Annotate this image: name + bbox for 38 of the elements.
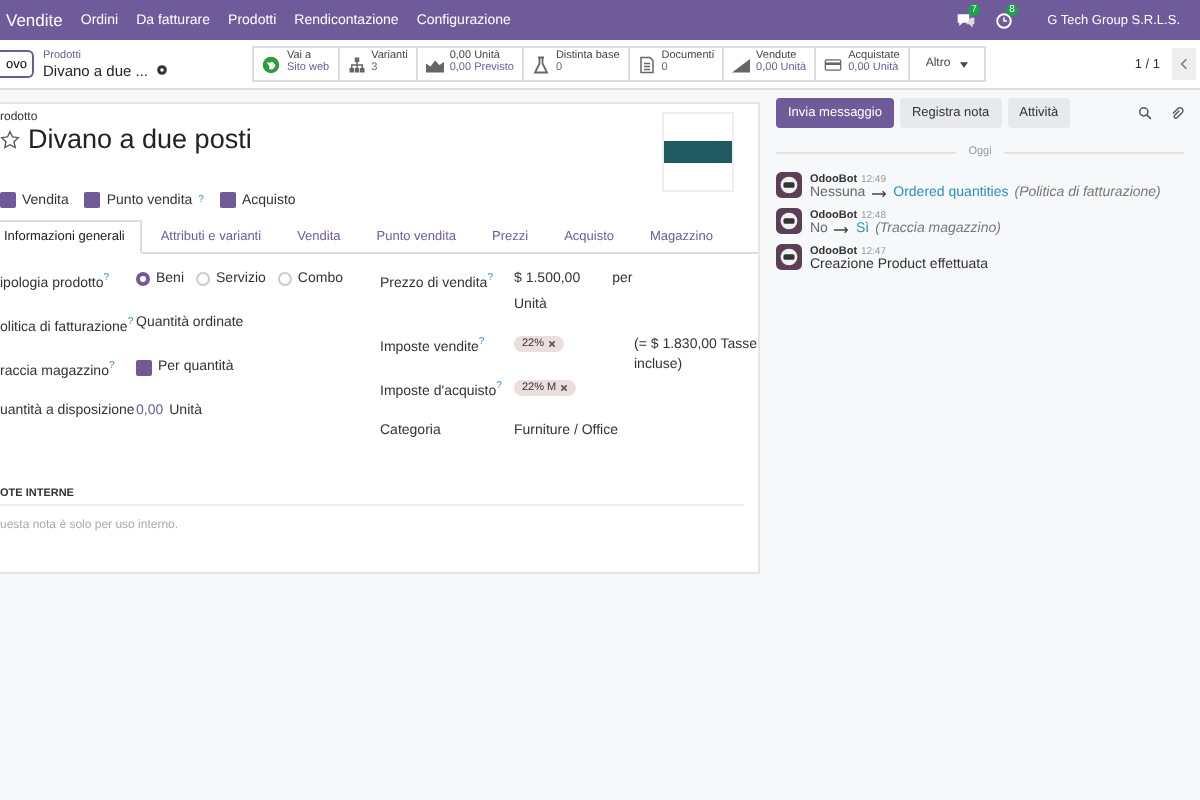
credit-card-icon xyxy=(824,55,843,73)
help-mark[interactable]: ? xyxy=(127,316,134,328)
help-mark[interactable]: ? xyxy=(478,336,485,348)
help-mark[interactable]: ? xyxy=(487,272,493,284)
radio-button[interactable] xyxy=(136,272,150,286)
paperclip-icon[interactable] xyxy=(1170,106,1184,120)
arrow-icon xyxy=(833,225,850,233)
product-title: Divano a due posti xyxy=(28,124,252,154)
arrow-icon xyxy=(871,189,888,197)
checkbox[interactable] xyxy=(0,192,16,208)
help-mark[interactable]: ? xyxy=(198,194,204,206)
star-icon[interactable] xyxy=(0,129,20,149)
globe-icon xyxy=(262,55,281,73)
app-name[interactable]: Vendite xyxy=(0,10,63,30)
hierarchy-icon xyxy=(347,55,366,73)
document-icon xyxy=(637,55,656,73)
avatar-icon xyxy=(776,208,802,234)
rising-chart-icon xyxy=(732,55,751,73)
previous-button[interactable] xyxy=(1172,48,1196,80)
help-mark[interactable]: ? xyxy=(103,272,110,284)
help-mark[interactable]: ? xyxy=(108,360,115,372)
checkbox[interactable] xyxy=(219,192,236,208)
chat-icon[interactable] xyxy=(955,11,976,29)
clock-icon[interactable] xyxy=(993,11,1014,29)
caret-icon xyxy=(960,61,969,67)
remove-icon[interactable] xyxy=(560,384,569,392)
checkbox[interactable] xyxy=(136,360,152,376)
area-chart-icon xyxy=(425,55,444,73)
remove-icon[interactable] xyxy=(548,340,557,348)
settings-icon[interactable] xyxy=(156,64,169,76)
checkbox[interactable] xyxy=(84,192,101,208)
help-mark[interactable]: ? xyxy=(496,380,502,392)
avatar-icon xyxy=(776,244,802,270)
flask-icon xyxy=(531,55,550,73)
chevron-left-icon xyxy=(1180,58,1188,70)
avatar-icon xyxy=(776,172,802,198)
photo-placeholder xyxy=(662,112,734,192)
search-icon[interactable] xyxy=(1138,106,1152,120)
